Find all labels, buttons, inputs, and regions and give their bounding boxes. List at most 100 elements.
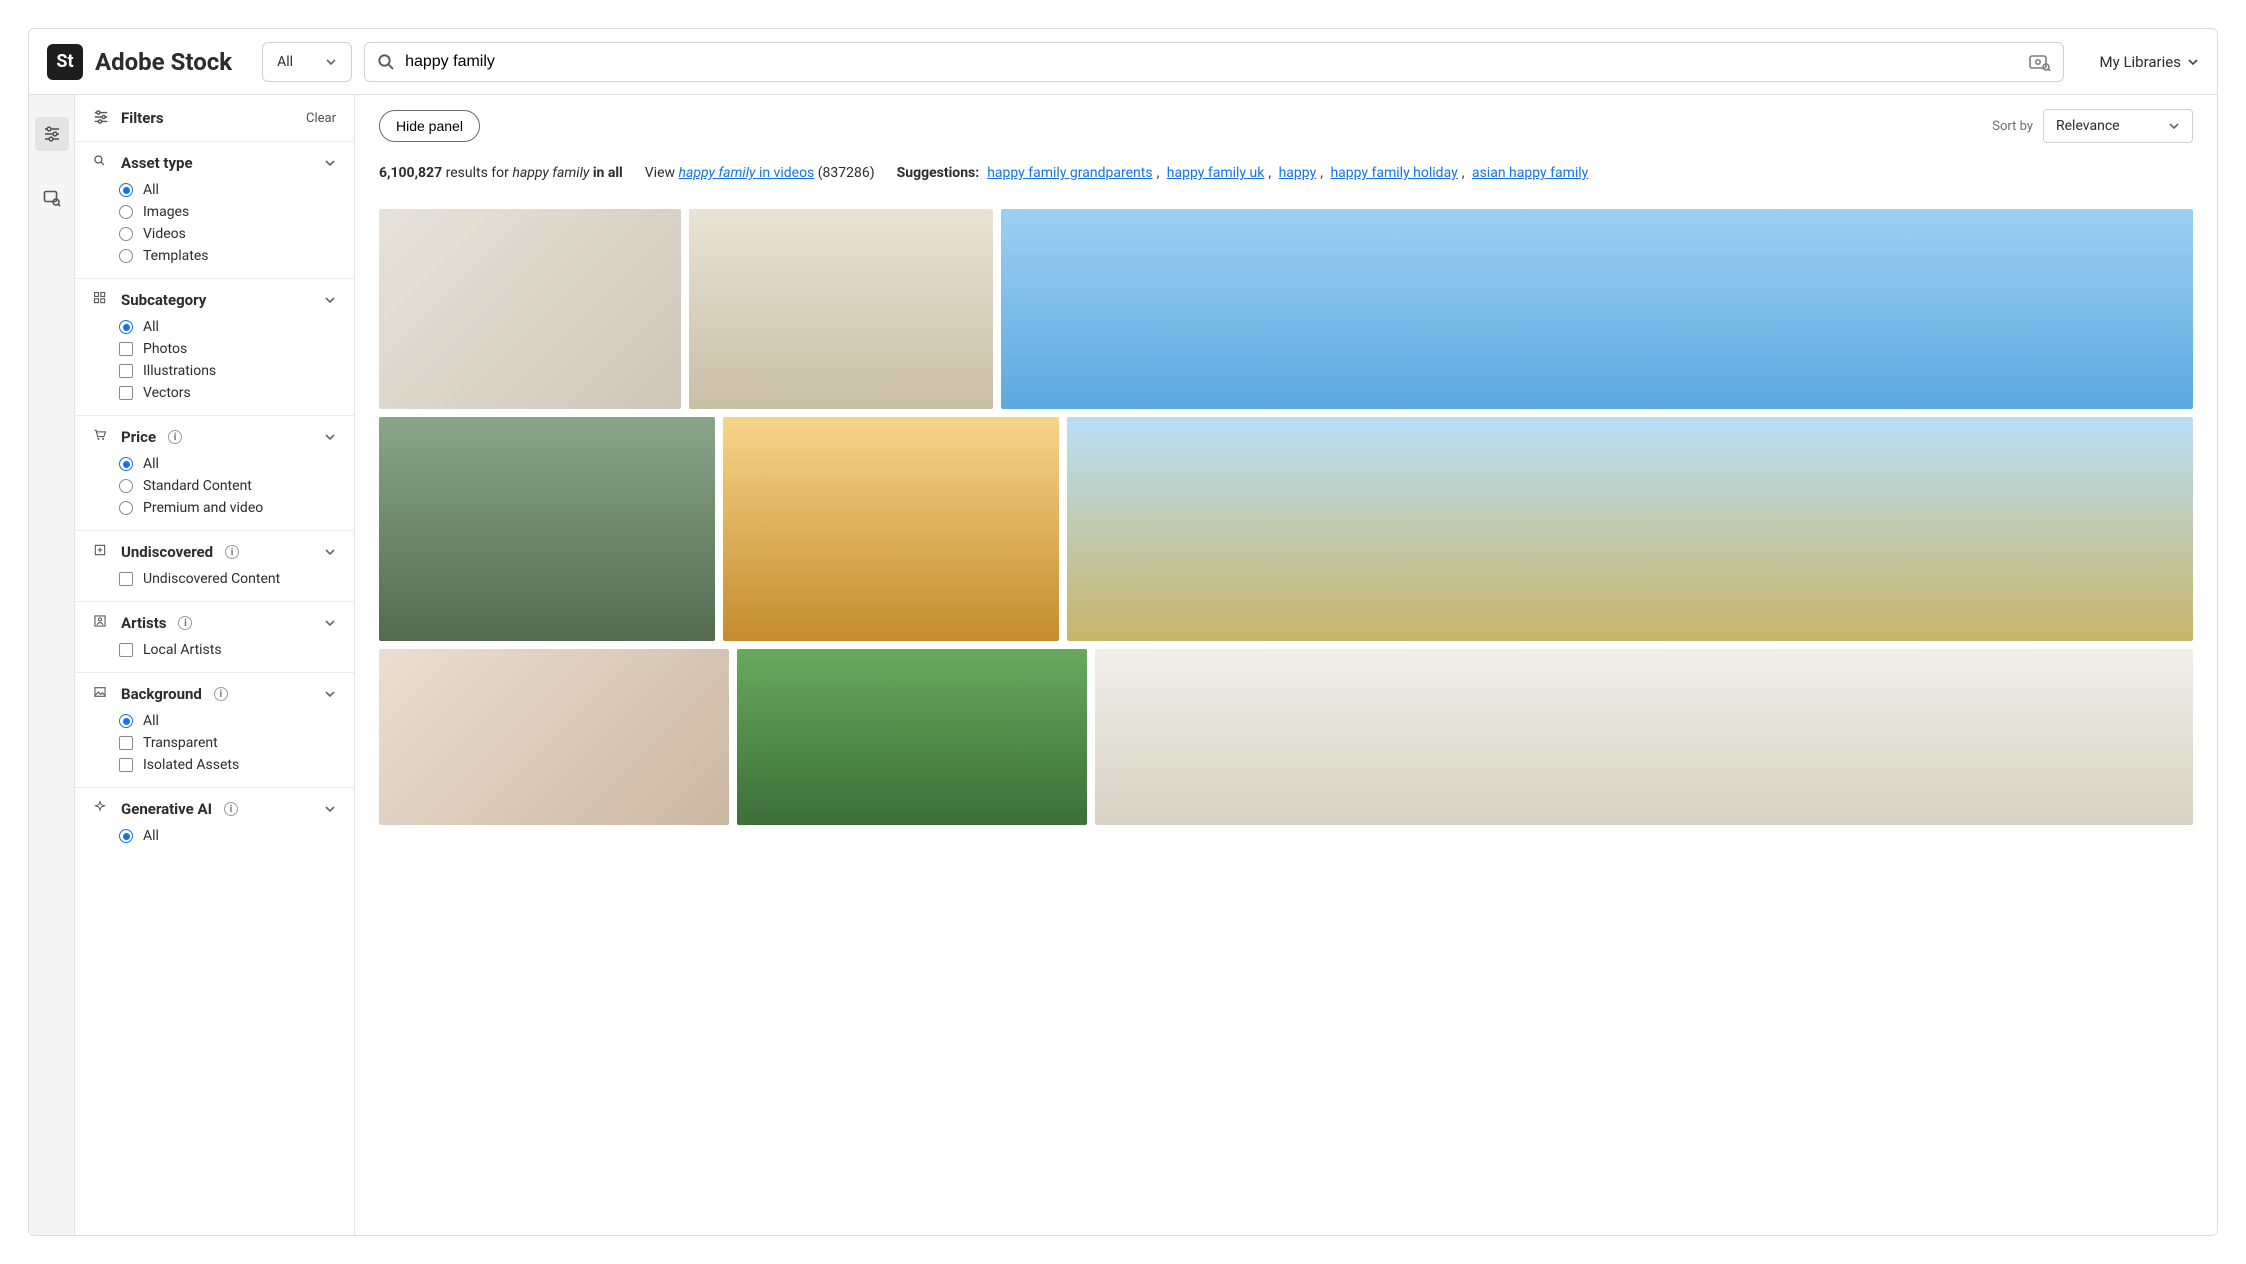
opt-label: Isolated Assets	[143, 757, 239, 773]
hide-panel-button[interactable]: Hide panel	[379, 110, 480, 142]
filters-panel: Filters Clear Asset type All Images Vide…	[75, 95, 355, 1235]
info-icon[interactable]: i	[178, 616, 192, 630]
category-dropdown[interactable]: All	[262, 42, 352, 82]
section-genai-toggle[interactable]: Generative AI i	[93, 800, 336, 818]
opt-bg-all[interactable]: All	[119, 713, 336, 729]
chevron-down-icon	[325, 56, 337, 68]
cart-icon	[93, 428, 111, 446]
suggestion-link[interactable]: asian happy family	[1472, 165, 1588, 181]
opt-bg-isolated[interactable]: Isolated Assets	[119, 757, 336, 773]
result-tile[interactable]	[723, 417, 1059, 641]
chevron-down-icon	[324, 546, 336, 558]
section-price-toggle[interactable]: Price i	[93, 428, 336, 446]
radio-icon	[119, 829, 133, 843]
opt-price-standard[interactable]: Standard Content	[119, 478, 336, 494]
suggestions: Suggestions: happy family grandparents, …	[897, 165, 1589, 181]
section-title: Background	[121, 685, 202, 703]
result-tile[interactable]	[689, 209, 993, 409]
info-icon[interactable]: i	[168, 430, 182, 444]
section-background-toggle[interactable]: Background i	[93, 685, 336, 703]
opt-sub-all[interactable]: All	[119, 319, 336, 335]
opt-undiscovered[interactable]: Undiscovered Content	[119, 571, 336, 587]
chevron-down-icon	[324, 294, 336, 306]
chevron-down-icon	[324, 688, 336, 700]
result-tile[interactable]	[379, 209, 681, 409]
sort-by-label: Sort by	[1992, 119, 2033, 134]
header: St Adobe Stock All My Libraries	[29, 29, 2217, 95]
opt-sub-photos[interactable]: Photos	[119, 341, 336, 357]
opt-local-artists[interactable]: Local Artists	[119, 642, 336, 658]
suggestion-link[interactable]: happy family grandparents	[987, 165, 1152, 181]
search-bar	[364, 42, 2063, 82]
sort-dropdown[interactable]: Relevance	[2043, 109, 2193, 143]
opt-label: All	[143, 456, 159, 472]
section-subcategory-toggle[interactable]: Subcategory	[93, 291, 336, 309]
opt-label: Transparent	[143, 735, 218, 751]
result-tile[interactable]	[1001, 209, 2193, 409]
info-icon[interactable]: i	[214, 687, 228, 701]
checkbox-icon	[119, 364, 133, 378]
opt-asset-images[interactable]: Images	[119, 204, 336, 220]
result-tile[interactable]	[379, 649, 729, 825]
radio-icon	[119, 205, 133, 219]
radio-icon	[119, 183, 133, 197]
sparkle-icon	[93, 543, 111, 561]
chevron-down-icon	[324, 803, 336, 815]
opt-bg-transparent[interactable]: Transparent	[119, 735, 336, 751]
opt-price-premium[interactable]: Premium and video	[119, 500, 336, 516]
section-undiscovered-toggle[interactable]: Undiscovered i	[93, 543, 336, 561]
section-artists: Artists i Local Artists	[75, 602, 354, 673]
section-title: Artists	[121, 614, 166, 632]
suggestion-link[interactable]: happy family holiday	[1330, 165, 1457, 181]
opt-sub-vectors[interactable]: Vectors	[119, 385, 336, 401]
opt-label: Videos	[143, 226, 186, 242]
opt-genai-all[interactable]: All	[119, 828, 336, 844]
logo-text: Adobe Stock	[95, 48, 232, 76]
results-grid	[379, 209, 2193, 825]
my-libraries-dropdown[interactable]: My Libraries	[2100, 53, 2199, 71]
section-asset-type-toggle[interactable]: Asset type	[93, 154, 336, 172]
image-search-icon[interactable]	[2029, 53, 2051, 71]
sparkle-icon	[93, 800, 111, 818]
opt-sub-illustrations[interactable]: Illustrations	[119, 363, 336, 379]
radio-icon	[119, 479, 133, 493]
section-background: Background i All Transparent Isolated As…	[75, 673, 354, 788]
suggestion-link[interactable]: happy	[1279, 165, 1317, 181]
result-tile[interactable]	[379, 417, 715, 641]
view-in-videos-link[interactable]: happy family in videos	[679, 165, 815, 181]
opt-asset-videos[interactable]: Videos	[119, 226, 336, 242]
sliders-icon	[43, 125, 61, 143]
opt-label: Illustrations	[143, 363, 216, 379]
clear-filters-button[interactable]: Clear	[306, 111, 336, 126]
chevron-down-icon	[324, 617, 336, 629]
grid-icon	[93, 291, 111, 309]
result-tile[interactable]	[1067, 417, 2193, 641]
info-icon[interactable]: i	[225, 545, 239, 559]
section-artists-toggle[interactable]: Artists i	[93, 614, 336, 632]
result-tile[interactable]	[737, 649, 1087, 825]
info-icon[interactable]: i	[224, 802, 238, 816]
opt-asset-templates[interactable]: Templates	[119, 248, 336, 264]
radio-icon	[119, 320, 133, 334]
section-title: Undiscovered	[121, 543, 213, 561]
opt-label: Undiscovered Content	[143, 571, 280, 587]
search-input[interactable]	[405, 53, 2018, 71]
checkbox-icon	[119, 758, 133, 772]
rail-filters-button[interactable]	[35, 117, 69, 151]
filters-title: Filters	[121, 109, 164, 127]
opt-label: All	[143, 319, 159, 335]
category-dropdown-label: All	[277, 54, 293, 70]
rail-image-search-button[interactable]	[35, 181, 69, 215]
chevron-down-icon	[324, 157, 336, 169]
checkbox-icon	[119, 643, 133, 657]
opt-label: Templates	[143, 248, 209, 264]
suggestion-link[interactable]: happy family uk	[1167, 165, 1265, 181]
chevron-down-icon	[324, 431, 336, 443]
opt-asset-all[interactable]: All	[119, 182, 336, 198]
person-icon	[93, 614, 111, 632]
opt-price-all[interactable]: All	[119, 456, 336, 472]
result-tile[interactable]	[1095, 649, 2193, 825]
section-subcategory: Subcategory All Photos Illustrations Vec…	[75, 279, 354, 416]
opt-label: All	[143, 828, 159, 844]
logo-badge: St	[47, 44, 83, 80]
